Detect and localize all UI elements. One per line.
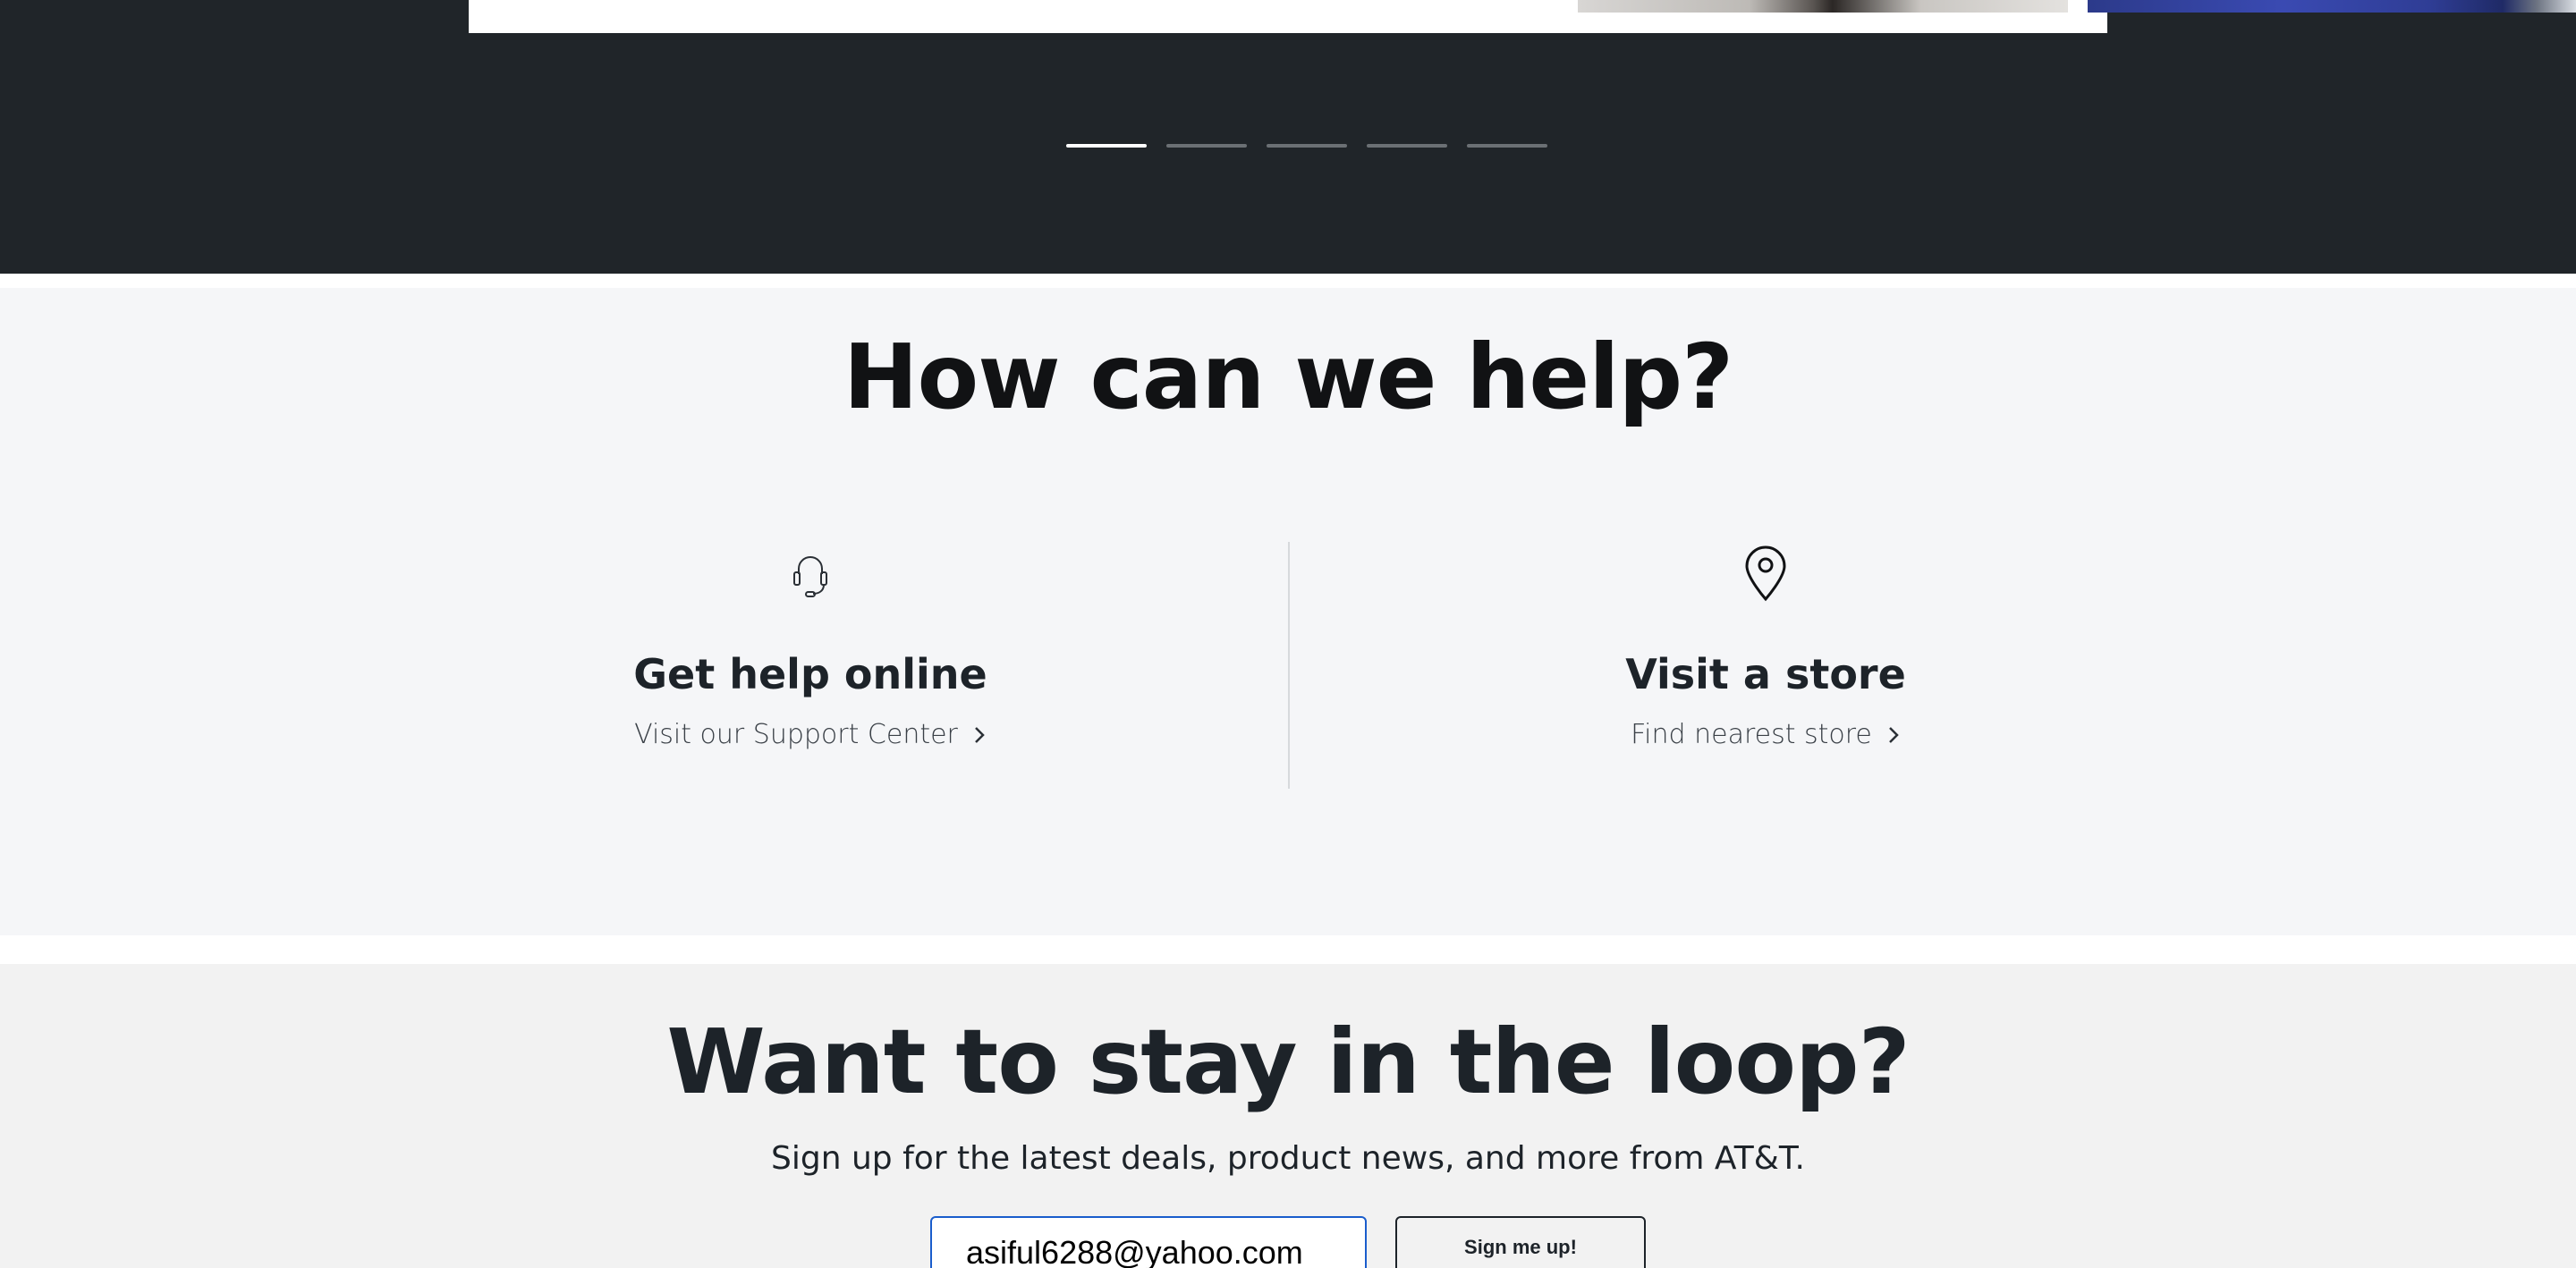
help-store-column: Visit a store Find nearest store <box>1265 542 2267 753</box>
help-store-heading: Visit a store <box>1625 650 1906 698</box>
support-center-link[interactable]: Visit our Support Center <box>634 717 987 753</box>
carousel-dot-3[interactable] <box>1267 144 1347 148</box>
carousel-card-image <box>1578 0 2068 13</box>
help-online-column: Get help online Visit our Support Center <box>309 542 1311 753</box>
carousel-dot-4[interactable] <box>1367 144 1447 148</box>
carousel-card-image <box>2088 0 2576 13</box>
help-title: How can we help? <box>843 325 1733 429</box>
carousel-dot-2[interactable] <box>1166 144 1247 148</box>
newsletter-section: Want to stay in the loop? Sign up for th… <box>0 964 2576 1268</box>
chevron-right-icon <box>975 727 985 743</box>
section-spacer <box>0 274 2576 288</box>
section-spacer <box>0 935 2576 964</box>
location-pin-icon <box>1745 545 1786 602</box>
help-section: How can we help? Get help online Visit o… <box>0 288 2576 935</box>
carousel-dot-1[interactable] <box>1066 144 1147 148</box>
support-center-link-label: Visit our Support Center <box>634 719 958 750</box>
newsletter-subtitle: Sign up for the latest deals, product ne… <box>771 1140 1805 1177</box>
sign-up-button[interactable]: Sign me up! <box>1395 1216 1646 1268</box>
carousel-card-strip <box>469 0 2576 33</box>
email-field[interactable] <box>930 1216 1367 1268</box>
carousel-pagination <box>0 144 2576 148</box>
find-store-link-label: Find nearest store <box>1631 719 1872 750</box>
carousel-dot-5[interactable] <box>1467 144 1547 148</box>
help-online-heading: Get help online <box>633 650 987 698</box>
chevron-right-icon <box>1889 727 1899 743</box>
headset-icon <box>793 556 827 597</box>
promo-carousel <box>0 0 2576 274</box>
newsletter-title: Want to stay in the loop? <box>666 1010 1910 1114</box>
find-store-link[interactable]: Find nearest store <box>1631 717 1901 753</box>
